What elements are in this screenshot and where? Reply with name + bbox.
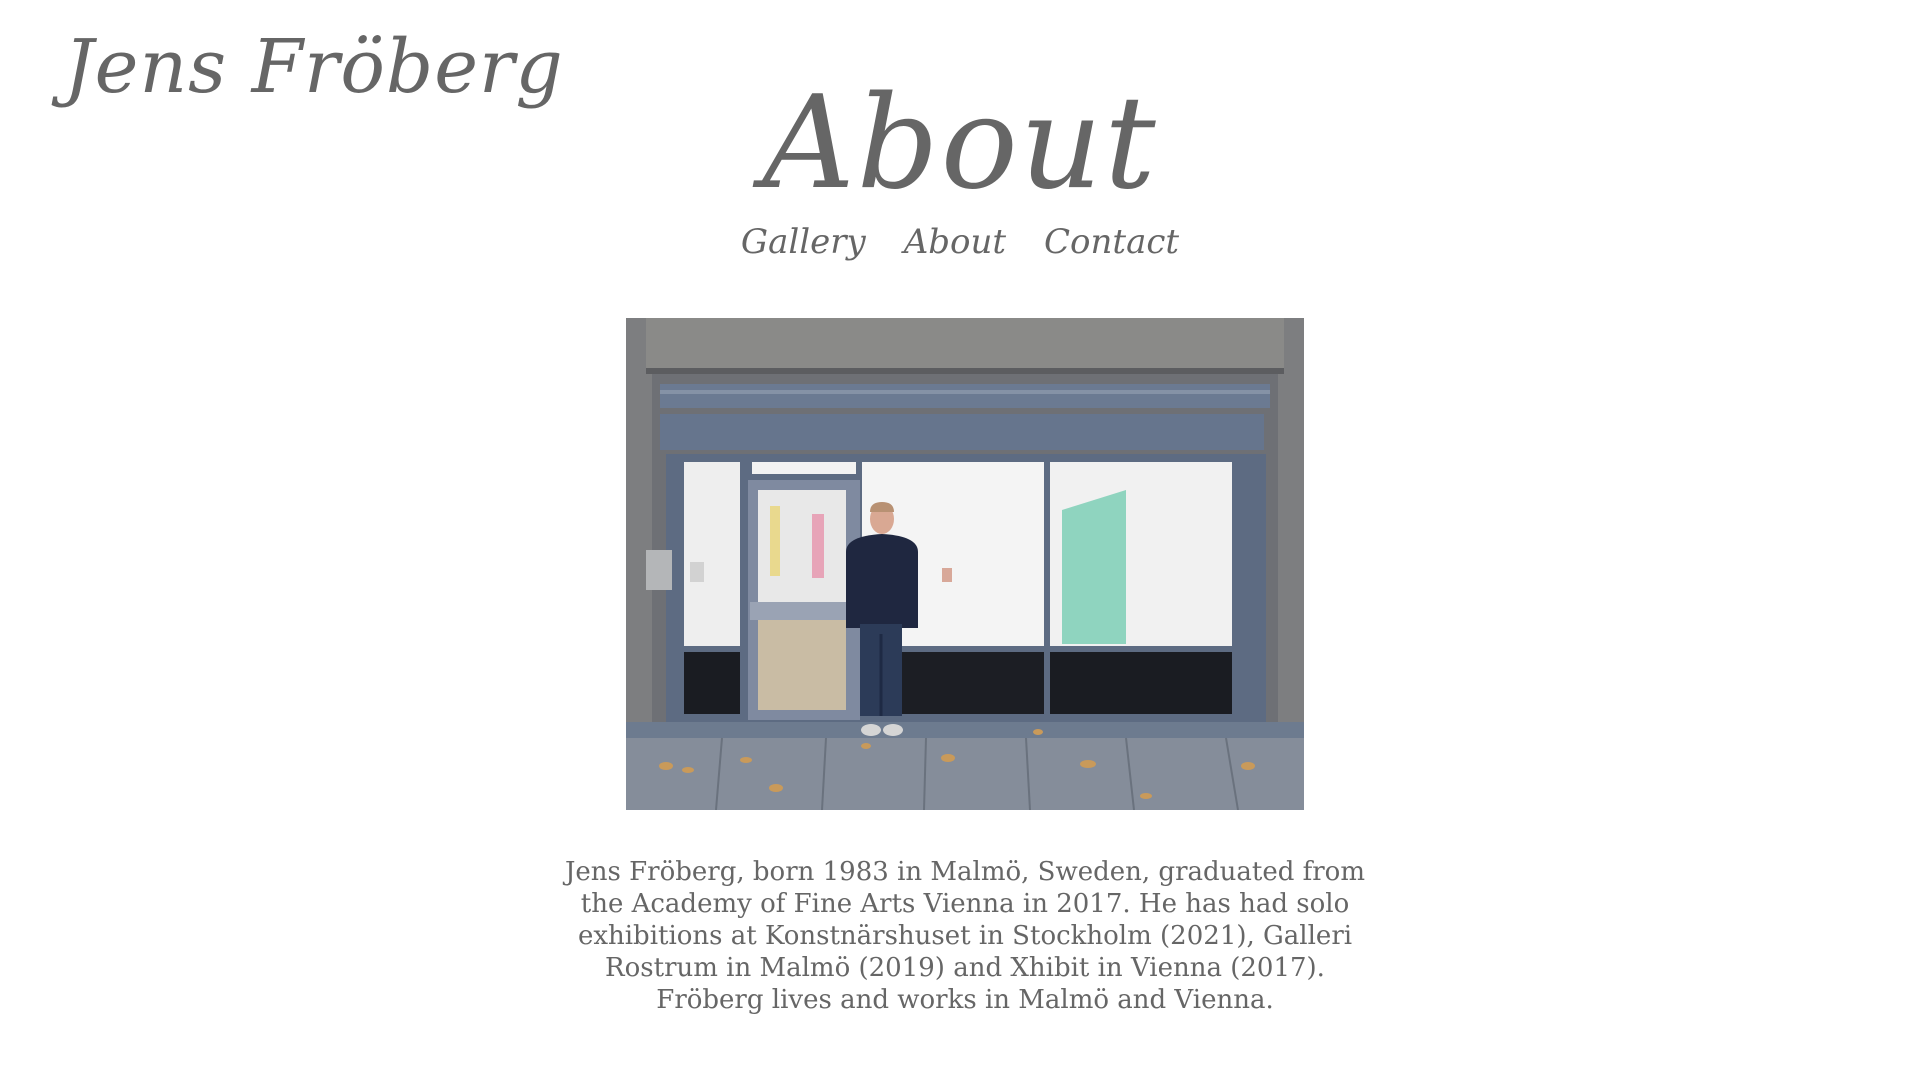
artist-bio: Jens Fröberg, born 1983 in Malmö, Sweden… xyxy=(564,857,1365,1015)
nav-link-contact[interactable]: Contact xyxy=(1044,222,1179,262)
page-title: About xyxy=(762,69,1158,218)
main-nav: Gallery About Contact xyxy=(0,222,1920,262)
artist-photo-image xyxy=(626,318,1304,810)
nav-link-gallery[interactable]: Gallery xyxy=(741,222,866,262)
nav-link-about[interactable]: About xyxy=(904,222,1006,262)
artist-photo xyxy=(626,318,1304,810)
